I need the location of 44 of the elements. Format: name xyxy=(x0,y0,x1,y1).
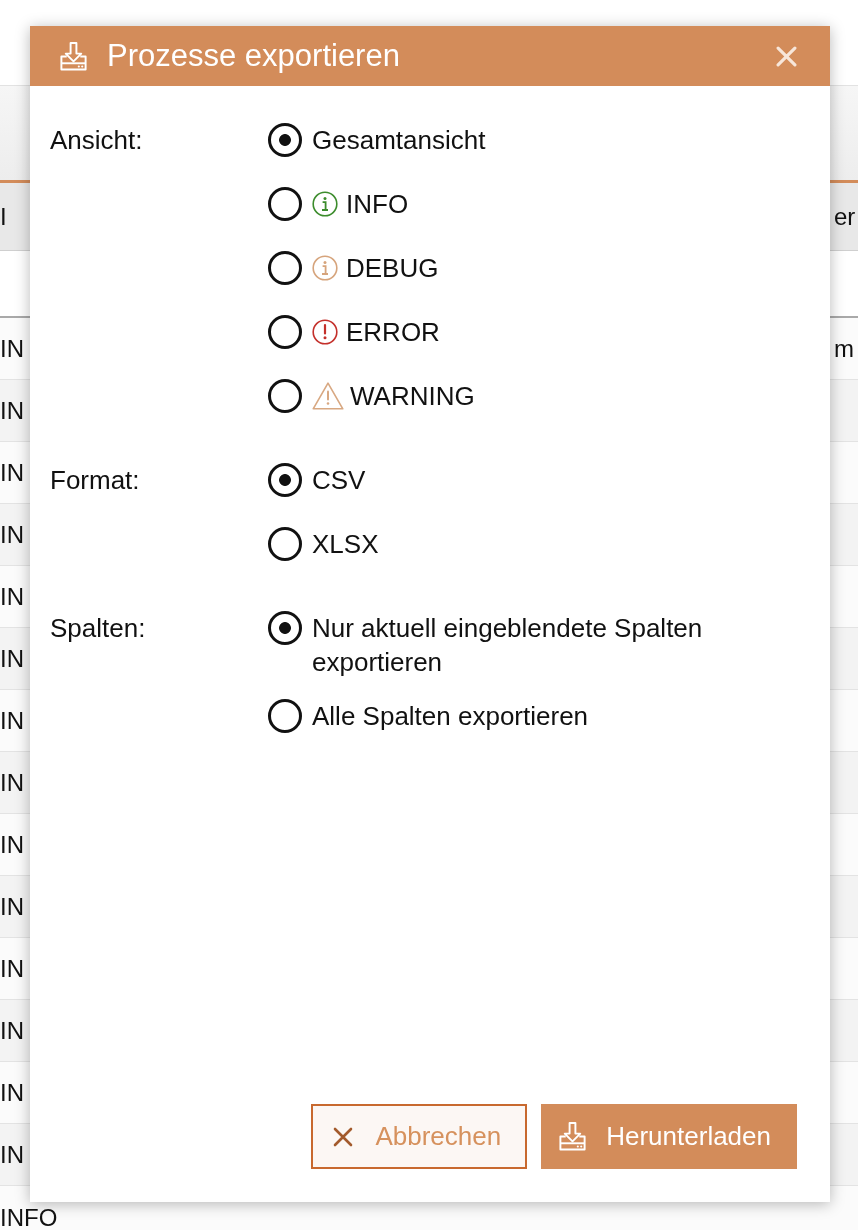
download-icon xyxy=(557,1121,589,1152)
table-cell: IN xyxy=(0,893,24,920)
radio-button[interactable] xyxy=(268,463,302,497)
table-cell: IN xyxy=(0,521,24,548)
radio-label[interactable]: ERROR xyxy=(346,315,440,349)
close-icon xyxy=(333,1126,354,1147)
table-cell: IN xyxy=(0,459,24,486)
table-cell: IN xyxy=(0,335,24,362)
table-cell: IN xyxy=(0,769,24,796)
radio-button[interactable] xyxy=(268,315,302,349)
group-label: Ansicht: xyxy=(50,124,144,157)
table-cell: IN xyxy=(0,397,24,424)
table-cell: IN xyxy=(0,1017,24,1044)
column-header[interactable]: er xyxy=(834,203,858,230)
radio-button[interactable] xyxy=(268,611,302,645)
radio-button[interactable] xyxy=(268,379,302,413)
radio-label[interactable]: INFO xyxy=(346,187,409,221)
column-header[interactable]: I xyxy=(0,203,7,230)
radio-button[interactable] xyxy=(268,699,302,733)
radio-label[interactable]: Alle Spalten exportieren xyxy=(312,699,589,733)
radio-label[interactable]: DEBUG xyxy=(346,251,439,285)
table-cell: IN xyxy=(0,1141,24,1168)
radio-button[interactable] xyxy=(268,123,302,157)
radio-label[interactable]: Gesamtansicht xyxy=(312,123,486,157)
radio-button[interactable] xyxy=(268,251,302,285)
radio-button[interactable] xyxy=(268,187,302,221)
dialog-title: Prozesse exportieren xyxy=(107,38,400,74)
table-cell: IN xyxy=(0,955,24,982)
table-cell: IN xyxy=(0,831,24,858)
radio-button[interactable] xyxy=(268,527,302,561)
table-cell: IN xyxy=(0,583,24,610)
table-cell: INFO xyxy=(0,1205,58,1230)
download-icon xyxy=(58,40,89,72)
radio-label[interactable]: Nur aktuell eingeblendete Spalten exportieren xyxy=(312,611,762,679)
table-cell: IN xyxy=(0,707,24,734)
close-icon xyxy=(776,45,797,67)
radio-label[interactable]: WARNING xyxy=(350,379,475,413)
table-cell: IN xyxy=(0,1079,24,1106)
radio-label[interactable]: XLSX xyxy=(312,527,379,561)
group-label: Spalten: xyxy=(50,612,147,645)
group-label: Format: xyxy=(50,464,141,497)
radio-label[interactable]: CSV xyxy=(312,463,366,497)
table-cell-text: m xyxy=(834,335,855,362)
table-cell: IN xyxy=(0,645,24,672)
